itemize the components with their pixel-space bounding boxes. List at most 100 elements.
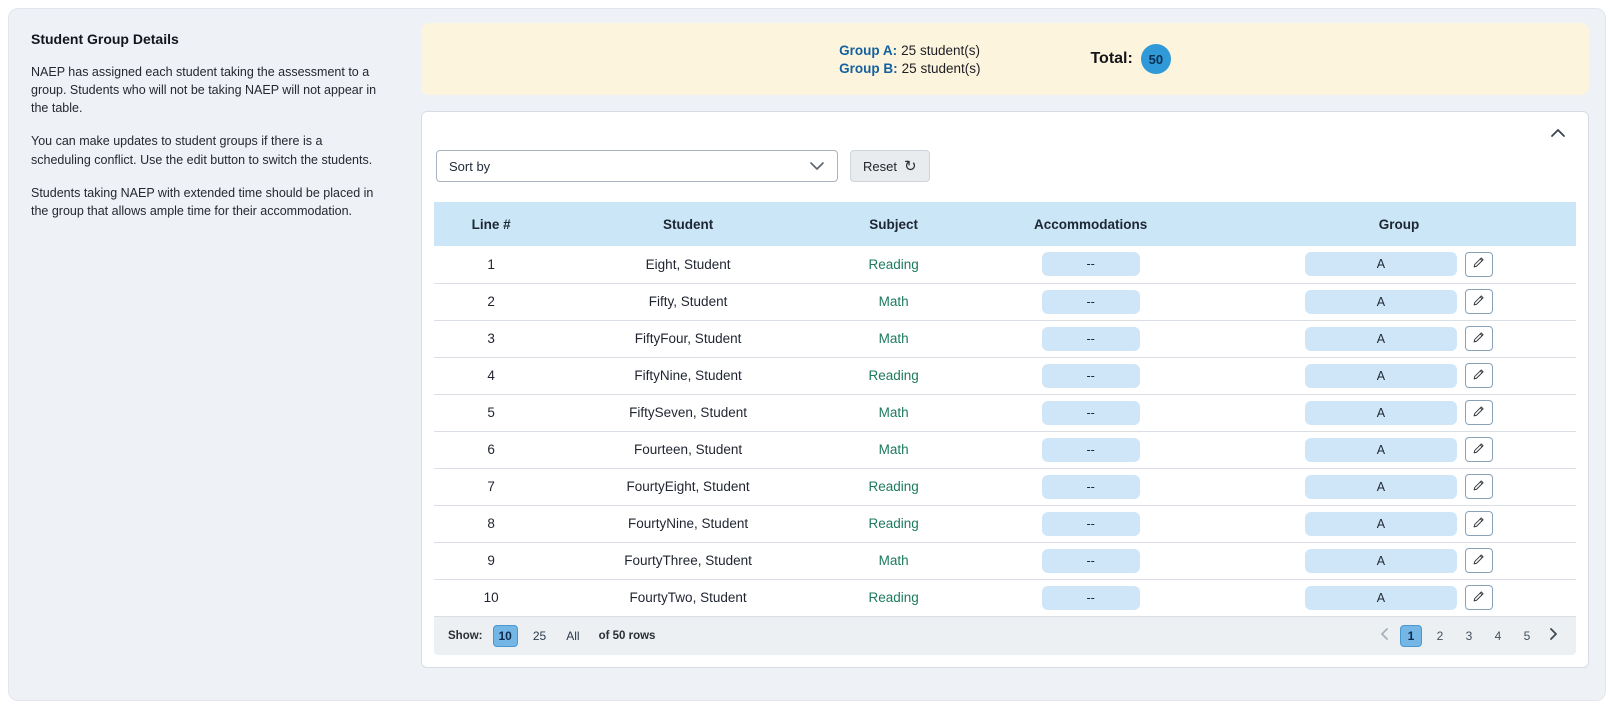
group-b-value: 25 student(s) (902, 61, 981, 76)
edit-group-button[interactable] (1465, 511, 1493, 536)
page-button-2[interactable]: 2 (1429, 625, 1451, 647)
group-cell: A (1222, 542, 1576, 579)
table-row: 2 Fifty, Student Math -- A (434, 283, 1576, 320)
show-option-10[interactable]: 10 (493, 625, 518, 647)
reset-button[interactable]: Reset ↻ (850, 150, 930, 182)
total-label: Total: (1090, 50, 1132, 68)
table-row: 6 Fourteen, Student Math -- A (434, 431, 1576, 468)
sort-by-value: Sort by (449, 159, 490, 174)
pencil-icon (1472, 294, 1485, 310)
student-name-cell: FiftySeven, Student (548, 394, 828, 431)
edit-group-button[interactable] (1465, 400, 1493, 425)
group-cell: A (1222, 468, 1576, 505)
subject-cell: Math (828, 431, 959, 468)
subject-cell: Reading (828, 468, 959, 505)
edit-group-button[interactable] (1465, 585, 1493, 610)
collapse-panel-button[interactable] (1546, 122, 1570, 145)
accommodations-pill: -- (1042, 290, 1140, 314)
group-cell: A (1222, 431, 1576, 468)
pagination: 12345 (1376, 625, 1562, 647)
table-header: Line # Student Subject Accommodations Gr… (434, 202, 1576, 246)
page-button-4[interactable]: 4 (1487, 625, 1509, 647)
page-button-1[interactable]: 1 (1400, 625, 1422, 647)
chevron-down-icon (809, 159, 825, 174)
group-pill: A (1305, 438, 1457, 462)
header-subject: Subject (828, 202, 959, 246)
accommodations-cell: -- (959, 320, 1222, 357)
show-option-all[interactable]: All (561, 625, 584, 647)
reset-icon: ↻ (904, 159, 917, 174)
page-button-5[interactable]: 5 (1516, 625, 1538, 647)
edit-group-button[interactable] (1465, 289, 1493, 314)
group-a-value: 25 student(s) (901, 43, 980, 58)
subject-cell: Math (828, 283, 959, 320)
pencil-icon (1472, 331, 1485, 347)
group-summary-banner: Group A: 25 student(s) Group B:25 student… (421, 23, 1589, 95)
group-b-count: Group B:25 student(s) (839, 61, 980, 76)
group-pill: A (1305, 401, 1457, 425)
line-number-cell: 8 (434, 505, 548, 542)
accommodations-cell: -- (959, 505, 1222, 542)
group-a-count: Group A: 25 student(s) (839, 43, 980, 58)
group-pill: A (1305, 549, 1457, 573)
edit-group-button[interactable] (1465, 437, 1493, 462)
student-name-cell: FourtyThree, Student (548, 542, 828, 579)
accommodations-cell: -- (959, 283, 1222, 320)
group-cell: A (1222, 283, 1576, 320)
line-number-cell: 4 (434, 357, 548, 394)
student-name-cell: Fifty, Student (548, 283, 828, 320)
pencil-icon (1472, 479, 1485, 495)
accommodations-cell: -- (959, 468, 1222, 505)
chevron-right-icon (1549, 627, 1558, 644)
table-controls: Sort by Reset ↻ (436, 150, 1574, 182)
student-name-cell: FiftyFour, Student (548, 320, 828, 357)
table-row: 3 FiftyFour, Student Math -- A (434, 320, 1576, 357)
next-page-button[interactable] (1545, 625, 1562, 646)
accommodations-cell: -- (959, 542, 1222, 579)
table-row: 4 FiftyNine, Student Reading -- A (434, 357, 1576, 394)
header-line-number: Line # (434, 202, 548, 246)
total-count: Total: 50 (1090, 44, 1170, 74)
table-row: 9 FourtyThree, Student Math -- A (434, 542, 1576, 579)
line-number-cell: 9 (434, 542, 548, 579)
previous-page-button[interactable] (1376, 625, 1393, 646)
sort-by-select[interactable]: Sort by (436, 150, 838, 182)
page-button-3[interactable]: 3 (1458, 625, 1480, 647)
line-number-cell: 2 (434, 283, 548, 320)
edit-group-button[interactable] (1465, 474, 1493, 499)
edit-group-button[interactable] (1465, 548, 1493, 573)
table-footer: Show: 1025All of 50 rows 12345 (434, 617, 1576, 655)
subject-cell: Reading (828, 579, 959, 616)
edit-group-button[interactable] (1465, 252, 1493, 277)
group-cell: A (1222, 320, 1576, 357)
line-number-cell: 10 (434, 579, 548, 616)
chevron-up-icon (1550, 126, 1566, 141)
subject-cell: Math (828, 320, 959, 357)
student-name-cell: FiftyNine, Student (548, 357, 828, 394)
accommodations-cell: -- (959, 357, 1222, 394)
edit-group-button[interactable] (1465, 363, 1493, 388)
accommodations-cell: -- (959, 246, 1222, 283)
accommodations-pill: -- (1042, 475, 1140, 499)
student-name-cell: Fourteen, Student (548, 431, 828, 468)
table-row: 5 FiftySeven, Student Math -- A (434, 394, 1576, 431)
show-option-25[interactable]: 25 (528, 625, 551, 647)
group-a-label: Group A: (839, 43, 897, 58)
subject-cell: Reading (828, 357, 959, 394)
group-cell: A (1222, 246, 1576, 283)
pencil-icon (1472, 590, 1485, 606)
rows-count-label: of 50 rows (599, 630, 656, 642)
sidebar-paragraph: You can make updates to student groups i… (31, 132, 383, 168)
show-controls: Show: 1025All of 50 rows (448, 625, 655, 647)
accommodations-pill: -- (1042, 438, 1140, 462)
subject-cell: Reading (828, 505, 959, 542)
pencil-icon (1472, 368, 1485, 384)
group-cell: A (1222, 394, 1576, 431)
group-pill: A (1305, 475, 1457, 499)
accommodations-pill: -- (1042, 512, 1140, 536)
table-body: 1 Eight, Student Reading -- A 2 Fifty, S… (434, 246, 1576, 616)
page-buttons: 12345 (1400, 625, 1538, 647)
group-pill: A (1305, 327, 1457, 351)
edit-group-button[interactable] (1465, 326, 1493, 351)
accommodations-cell: -- (959, 431, 1222, 468)
